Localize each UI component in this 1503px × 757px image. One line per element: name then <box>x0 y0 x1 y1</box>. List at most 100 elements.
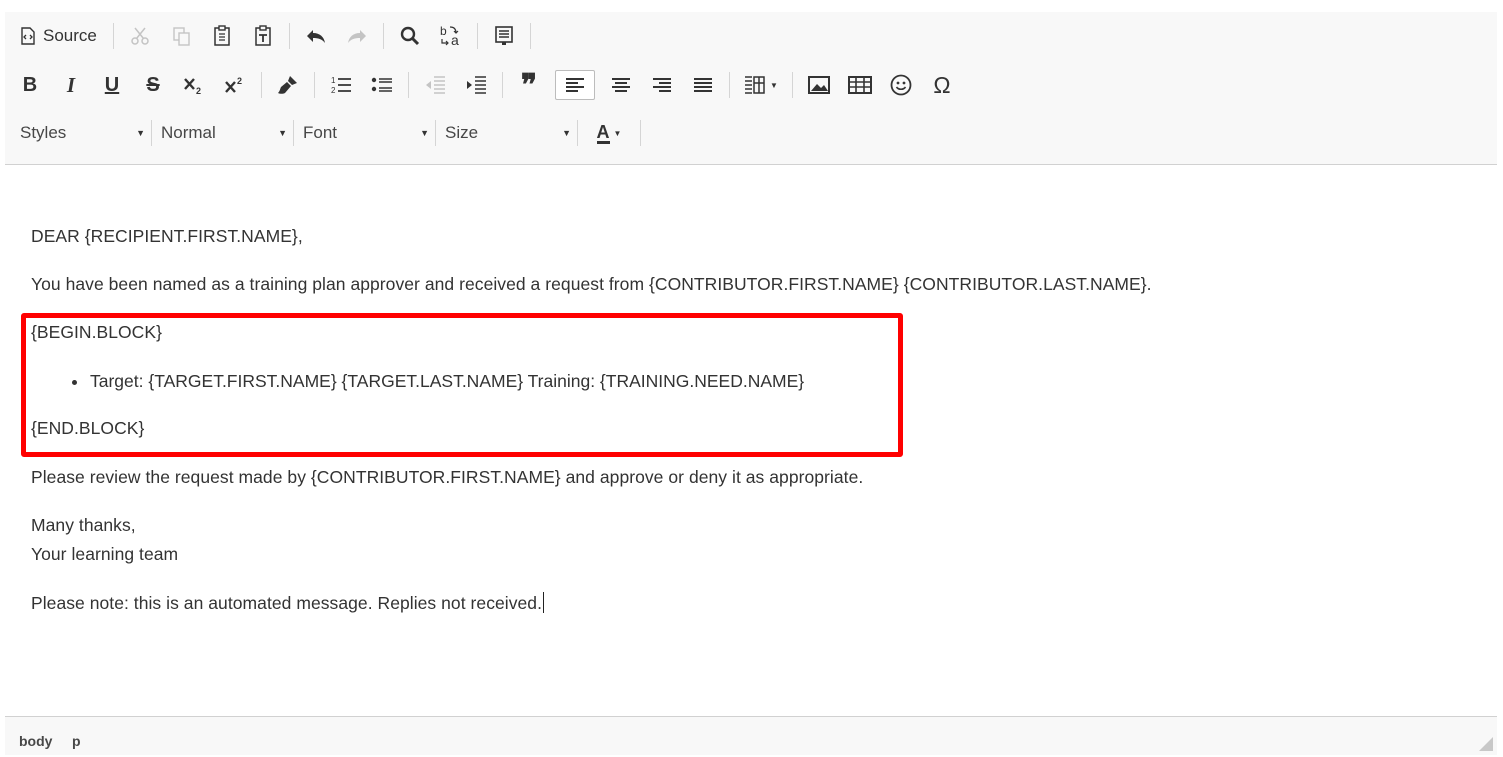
paste-text-button[interactable] <box>248 21 278 51</box>
remove-format-button[interactable] <box>273 70 303 100</box>
toolbar-separator <box>640 120 641 146</box>
text-color-icon: A <box>596 121 610 144</box>
svg-text:a: a <box>451 32 459 48</box>
format-label: Normal <box>161 123 216 142</box>
chevron-down-icon: ▼ <box>613 128 622 138</box>
italic-button[interactable]: I <box>56 70 86 100</box>
align-right-button[interactable] <box>647 70 677 100</box>
intro-paragraph: You have been named as a training plan a… <box>31 274 1152 294</box>
cut-button[interactable] <box>125 21 155 51</box>
redo-icon <box>347 30 366 43</box>
align-center-button[interactable] <box>606 70 636 100</box>
chevron-down-icon: ▼ <box>136 128 145 138</box>
thanks-line: Many thanks, <box>31 515 136 535</box>
numbered-list-icon: 1 2 <box>331 76 351 95</box>
redo-button[interactable] <box>342 21 372 51</box>
replace-button[interactable]: b a <box>436 21 466 51</box>
review-paragraph: Please review the request made by {CONTR… <box>31 467 864 487</box>
cut-icon <box>131 27 149 45</box>
editor-content-area[interactable]: DEAR {RECIPIENT.FIRST.NAME}, You have be… <box>5 165 1497 716</box>
svg-text:2: 2 <box>237 76 242 86</box>
brush-icon <box>278 76 297 94</box>
chevron-down-icon: ▼ <box>278 128 287 138</box>
toolbar-separator <box>293 120 294 146</box>
styles-label: Styles <box>20 123 67 142</box>
source-button[interactable]: Source <box>15 21 102 51</box>
find-replace-icon: b a <box>440 24 459 48</box>
justify-icon <box>694 78 712 92</box>
chevron-down-icon: ▼ <box>562 128 571 138</box>
justify-button[interactable] <box>688 70 718 100</box>
strikethrough-button[interactable]: S <box>138 70 168 100</box>
font-dropdown[interactable]: Font ▼ <box>298 119 435 147</box>
rich-text-editor: Source b a B I U S 2 2 1 2 ❞ ▼ Ω Styles … <box>5 12 1497 755</box>
increase-indent-button[interactable] <box>461 70 491 100</box>
toolbar-separator <box>729 72 730 98</box>
svg-text:2: 2 <box>196 86 201 95</box>
toolbar-separator <box>792 72 793 98</box>
highlight-box <box>21 313 903 457</box>
toolbar-separator <box>151 120 152 146</box>
blockquote-button[interactable]: ❞ <box>514 69 544 102</box>
paste-button[interactable] <box>207 21 237 51</box>
subscript-icon: 2 <box>184 78 201 95</box>
superscript-icon: 2 <box>225 76 242 93</box>
copy-icon <box>173 27 190 46</box>
note-paragraph: Please note: this is an automated messag… <box>31 592 544 614</box>
emoji-button[interactable] <box>886 70 916 100</box>
outdent-icon <box>426 76 445 94</box>
superscript-button[interactable]: 2 <box>220 70 250 100</box>
toolbar-separator <box>435 120 436 146</box>
underline-button[interactable]: U <box>97 70 127 100</box>
bold-button[interactable]: B <box>15 70 45 100</box>
language-button[interactable]: ▼ <box>741 70 781 100</box>
toolbar-separator <box>529 23 531 49</box>
decrease-indent-button[interactable] <box>420 70 450 100</box>
paste-icon <box>214 25 230 46</box>
format-dropdown[interactable]: Normal ▼ <box>156 119 293 147</box>
toolbar-row-2: B I U S 2 2 1 2 ❞ ▼ Ω <box>15 67 968 103</box>
search-icon <box>400 26 419 46</box>
find-button[interactable] <box>395 21 425 51</box>
image-button[interactable] <box>804 70 834 100</box>
bulleted-list-button[interactable] <box>367 70 397 100</box>
toolbar-row-1: Source b a <box>15 18 542 54</box>
language-icon <box>745 76 765 94</box>
chevron-down-icon: ▼ <box>420 128 429 138</box>
align-center-icon <box>612 78 630 92</box>
source-label: Source <box>43 26 97 45</box>
toolbar-separator <box>577 120 578 146</box>
element-path-bar: body p <box>5 716 1497 755</box>
paste-text-icon <box>255 25 271 46</box>
align-right-icon <box>653 78 671 92</box>
bulleted-list-icon <box>371 77 392 92</box>
note-text: Please note: this is an automated messag… <box>31 593 542 613</box>
path-p[interactable]: p <box>72 733 81 749</box>
subscript-button[interactable]: 2 <box>179 70 209 100</box>
path-body[interactable]: body <box>19 733 52 749</box>
svg-text:1: 1 <box>331 76 336 85</box>
smiley-icon <box>890 74 912 96</box>
signature-line: Your learning team <box>31 544 179 564</box>
resize-handle-icon[interactable] <box>1479 737 1493 751</box>
svg-text:2: 2 <box>331 86 336 95</box>
toolbar-separator <box>476 23 478 49</box>
align-left-button[interactable] <box>555 70 595 100</box>
special-char-button[interactable]: Ω <box>927 70 957 100</box>
svg-text:b: b <box>440 24 447 38</box>
copy-button[interactable] <box>166 21 196 51</box>
toolbar-separator <box>314 72 315 98</box>
undo-button[interactable] <box>301 21 331 51</box>
numbered-list-button[interactable]: 1 2 <box>326 70 356 100</box>
styles-dropdown[interactable]: Styles ▼ <box>15 119 151 147</box>
toolbar-separator <box>261 72 262 98</box>
text-color-button[interactable]: A ▼ <box>589 118 629 148</box>
size-dropdown[interactable]: Size ▼ <box>440 119 577 147</box>
toolbar-separator <box>112 23 114 49</box>
templates-button[interactable] <box>489 21 519 51</box>
image-icon <box>808 76 830 94</box>
chevron-down-icon: ▼ <box>770 80 778 90</box>
text-cursor <box>543 592 544 613</box>
indent-icon <box>467 76 486 94</box>
table-button[interactable] <box>845 70 875 100</box>
